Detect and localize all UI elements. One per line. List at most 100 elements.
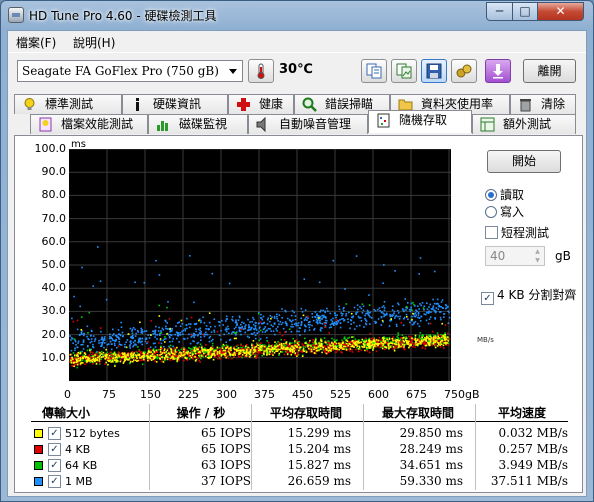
copy-image-button[interactable] (391, 59, 417, 83)
data-point (384, 337, 387, 340)
maximize-button[interactable]: □ (512, 2, 538, 21)
data-point (131, 328, 134, 331)
data-point (403, 348, 405, 350)
series-visible-checkbox[interactable]: ✓ (48, 475, 61, 488)
data-point (227, 357, 229, 360)
tab-extra-tests[interactable]: 額外測試 (472, 114, 576, 134)
test-size-value: 40 (490, 249, 506, 263)
ops-cell: 63 IOPS (201, 458, 251, 472)
data-point (190, 356, 193, 359)
radio-selected-indicator (485, 189, 497, 201)
data-point (345, 313, 347, 315)
data-point (324, 350, 326, 353)
data-point (422, 307, 425, 309)
data-point (313, 352, 316, 354)
data-point (359, 324, 361, 327)
data-point (154, 342, 156, 345)
data-point (270, 317, 272, 320)
menu-help[interactable]: 說明(H) (73, 34, 115, 51)
close-button[interactable]: ✕ (537, 2, 584, 21)
test-size-spinner[interactable]: 40 ▲ ▼ (485, 246, 545, 266)
data-point (281, 317, 283, 319)
tab-benchmark[interactable]: 標準測試 (14, 94, 122, 114)
data-point (140, 331, 142, 334)
data-point (364, 344, 366, 347)
avg-cell: 15.299 ms (287, 426, 351, 440)
data-point (235, 337, 237, 340)
data-point (274, 345, 276, 347)
tab-health[interactable]: 健康 (228, 94, 294, 114)
data-point (86, 335, 88, 338)
start-button[interactable]: 開始 (487, 150, 561, 173)
data-point (428, 306, 430, 308)
write-radio[interactable]: 寫入 (485, 203, 524, 220)
title-bar[interactable]: HD Tune Pro 4.60 - 硬碟檢測工具 ─ □ ✕ (1, 1, 593, 29)
data-point (131, 332, 134, 335)
data-point (136, 329, 139, 332)
data-point (238, 316, 241, 319)
data-point (252, 316, 254, 319)
y-tick-label: 70.0 (41, 211, 67, 225)
short-test-checkbox[interactable]: 短程測試 (485, 224, 549, 241)
data-point (420, 339, 423, 341)
spin-up-icon[interactable]: ▲ (531, 247, 544, 256)
data-point (146, 355, 149, 358)
menu-file[interactable]: 檔案(F) (16, 34, 56, 51)
tab-disk-monitor[interactable]: 磁碟監視 (148, 114, 248, 134)
data-point (312, 344, 314, 346)
data-point (77, 357, 80, 360)
minimize-button[interactable]: ─ (486, 2, 513, 21)
data-point (339, 326, 342, 329)
copy-text-button[interactable] (361, 59, 387, 83)
tab-aam[interactable]: 自動噪音管理 (248, 114, 368, 134)
data-point (270, 324, 273, 326)
data-point (186, 352, 188, 354)
tab-file-benchmark[interactable]: 檔案效能測試 (30, 114, 148, 134)
options-button[interactable] (451, 59, 477, 83)
data-point (124, 359, 127, 362)
data-point (405, 337, 407, 340)
data-point (237, 349, 239, 352)
y-tick-label: 10.0 (41, 350, 67, 364)
data-point (95, 363, 98, 365)
drive-select[interactable]: Seagate FA GoFlex Pro (750 gB) (17, 60, 243, 82)
exit-button[interactable]: 離開 (523, 59, 576, 83)
data-point (335, 346, 337, 348)
data-point (261, 345, 264, 347)
data-point (440, 343, 443, 346)
data-point (213, 353, 215, 356)
data-point (405, 309, 407, 311)
data-point (77, 362, 79, 364)
data-point (120, 321, 122, 324)
data-point (433, 309, 435, 311)
data-point (207, 353, 209, 355)
download-button[interactable] (485, 59, 511, 83)
data-point (429, 303, 431, 306)
read-radio[interactable]: 讀取 (485, 186, 524, 203)
data-point (358, 317, 360, 319)
data-point (211, 348, 214, 350)
tab-info[interactable]: 硬碟資訊 (122, 94, 228, 114)
save-button[interactable] (421, 59, 447, 83)
series-visible-checkbox[interactable]: ✓ (48, 443, 61, 456)
series-visible-checkbox[interactable]: ✓ (48, 459, 61, 472)
toolbar: Seagate FA GoFlex Pro (750 gB) 30℃ 離開 (8, 52, 586, 90)
data-point (259, 329, 262, 332)
data-point (330, 319, 332, 321)
avg-cell: 26.659 ms (287, 474, 351, 488)
spin-down-icon[interactable]: ▼ (531, 256, 544, 265)
data-point (403, 344, 406, 346)
data-point (199, 361, 201, 363)
align-4k-checkbox[interactable]: ✓ 4 KB 分割對齊 (481, 286, 576, 305)
data-point (423, 305, 426, 308)
data-point (316, 347, 318, 349)
data-point (434, 310, 437, 313)
tab-erase[interactable]: 清除 (510, 94, 576, 114)
series-visible-checkbox[interactable]: ✓ (48, 427, 61, 440)
data-point (332, 324, 335, 326)
data-point (388, 336, 391, 339)
data-point (411, 337, 413, 339)
temperature-button[interactable] (248, 59, 274, 83)
tab-random-access[interactable]: 隨機存取 (368, 110, 472, 133)
data-point (251, 344, 253, 346)
